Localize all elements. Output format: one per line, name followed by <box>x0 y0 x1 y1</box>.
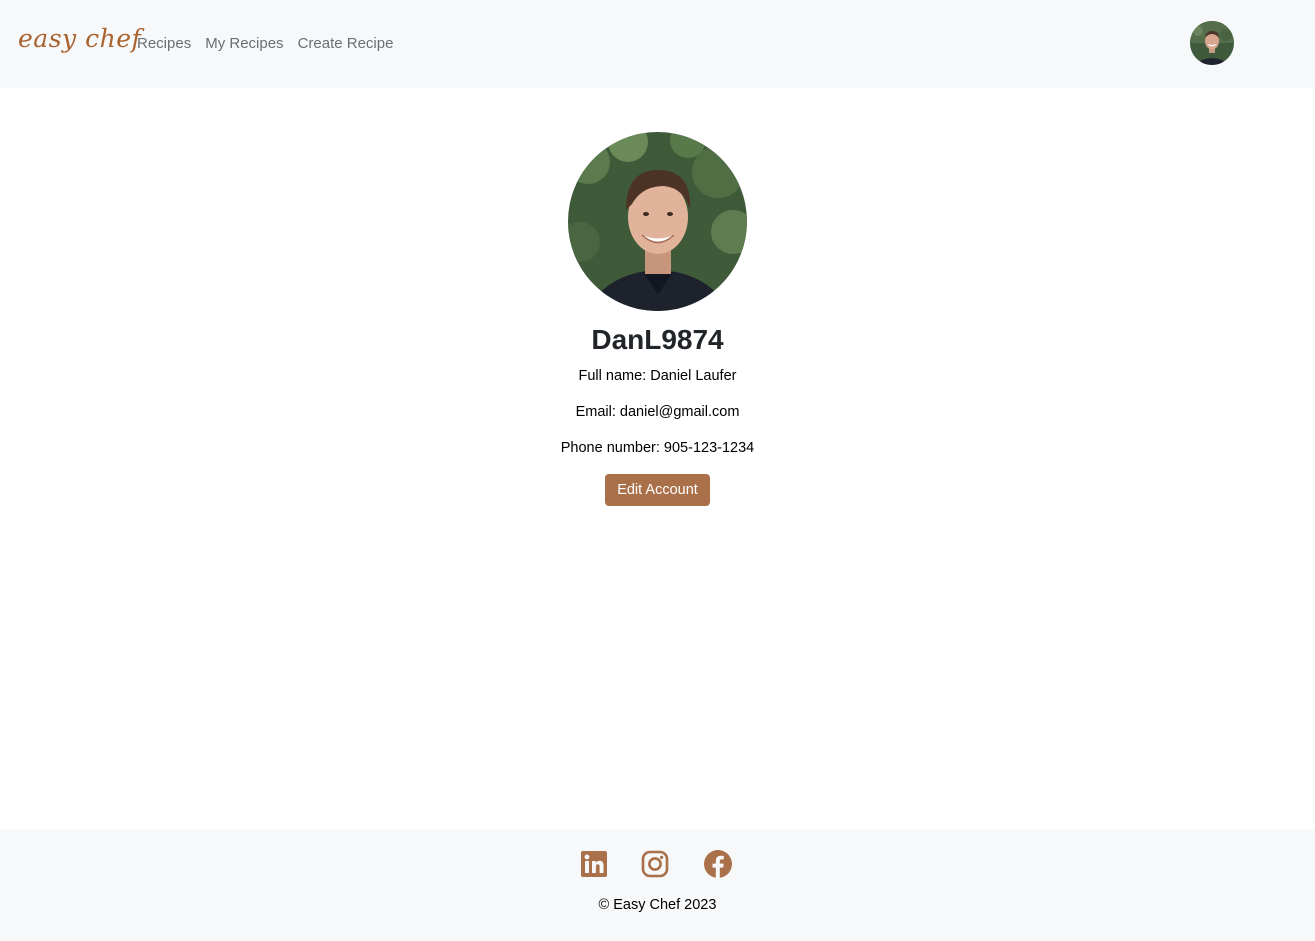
nav-link-recipes[interactable]: Recipes <box>137 35 191 52</box>
avatar-photo <box>1190 21 1234 65</box>
profile-photo <box>568 132 747 311</box>
profile-section: DanL9874 Full name: Daniel Laufer Email:… <box>0 88 1315 829</box>
nav-link-create-recipe[interactable]: Create Recipe <box>298 35 394 52</box>
instagram-icon[interactable] <box>641 850 669 878</box>
linkedin-icon[interactable] <box>580 850 608 878</box>
top-navbar: easy chef Recipes My Recipes Create Reci… <box>0 0 1315 88</box>
brand-logo[interactable]: easy chef <box>18 24 141 53</box>
full-name-text: Full name: Daniel Laufer <box>578 368 737 384</box>
profile-image <box>568 132 747 311</box>
copyright-text: © Easy Chef 2023 <box>598 897 717 913</box>
footer: © Easy Chef 2023 <box>0 829 1315 941</box>
username: DanL9874 <box>591 324 724 355</box>
email-text: Email: daniel@gmail.com <box>575 404 740 420</box>
facebook-icon[interactable] <box>704 850 732 878</box>
edit-account-button[interactable]: Edit Account <box>605 474 710 506</box>
nav-link-my-recipes[interactable]: My Recipes <box>205 35 283 52</box>
phone-text: Phone number: 905-123-1234 <box>560 440 755 456</box>
nav-links: Recipes My Recipes Create Recipe <box>137 35 393 52</box>
user-avatar[interactable] <box>1190 21 1234 65</box>
